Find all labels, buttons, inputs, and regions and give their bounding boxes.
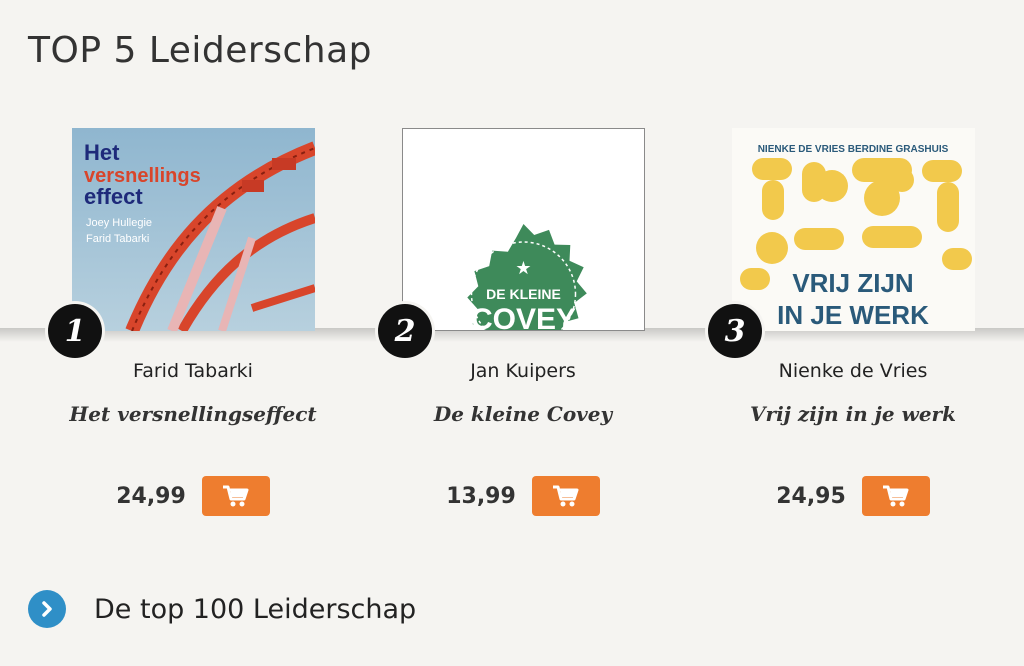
shopping-cart-icon bbox=[552, 485, 579, 507]
cover-author-1: Joey Hullegie bbox=[86, 217, 152, 229]
rank-badge: 1 bbox=[48, 304, 102, 358]
add-to-cart-button[interactable] bbox=[201, 476, 270, 516]
cover-title-line3: effect bbox=[84, 184, 143, 209]
top100-link-label: De top 100 Leiderschap bbox=[94, 593, 417, 625]
product-card: ★ DE KLEINE COVEY 2 Jan Kuipers De klein… bbox=[358, 128, 688, 528]
product-card: NIENKE DE VRIES BERDINE GRASHUIS VRIJ ZI… bbox=[688, 128, 1018, 528]
shopping-cart-icon bbox=[882, 485, 909, 507]
cover-title-line1: Het bbox=[84, 140, 120, 165]
cover-title-line1: VRIJ ZIJN bbox=[792, 268, 913, 298]
price-row: 24,95 bbox=[688, 476, 1018, 516]
book-author[interactable]: Farid Tabarki bbox=[28, 360, 358, 382]
add-to-cart-button[interactable] bbox=[531, 476, 600, 516]
shopping-cart-icon bbox=[222, 485, 249, 507]
price: 24,99 bbox=[116, 483, 186, 509]
price-row: 24,99 bbox=[28, 476, 358, 516]
rank-badge: 3 bbox=[708, 304, 762, 358]
product-card: Het versnellings effect Joey Hullegie Fa… bbox=[28, 128, 358, 528]
section-title: TOP 5 Leiderschap bbox=[28, 30, 372, 71]
price: 24,95 bbox=[776, 483, 846, 509]
cover-title-line2: IN JE WERK bbox=[777, 300, 929, 330]
top100-link[interactable]: De top 100 Leiderschap bbox=[28, 590, 416, 628]
book-title[interactable]: De kleine Covey bbox=[358, 402, 688, 426]
svg-text:★: ★ bbox=[515, 258, 531, 279]
top5-section: TOP 5 Leiderschap Het versnellings effec… bbox=[0, 0, 1024, 666]
chevron-right-icon bbox=[28, 590, 66, 628]
book-cover[interactable]: ★ DE KLEINE COVEY bbox=[402, 128, 645, 331]
book-title[interactable]: Vrij zijn in je werk bbox=[688, 402, 1018, 426]
book-cover[interactable]: Het versnellings effect Joey Hullegie Fa… bbox=[72, 128, 315, 331]
book-title[interactable]: Het versnellingseffect bbox=[28, 402, 358, 426]
price: 13,99 bbox=[446, 483, 516, 509]
book-author[interactable]: Nienke de Vries bbox=[688, 360, 1018, 382]
book-cover[interactable]: NIENKE DE VRIES BERDINE GRASHUIS VRIJ ZI… bbox=[732, 128, 975, 331]
cover-title-line1: DE KLEINE bbox=[486, 286, 561, 302]
book-author[interactable]: Jan Kuipers bbox=[358, 360, 688, 382]
rank-badge: 2 bbox=[378, 304, 432, 358]
cover-author-2: Farid Tabarki bbox=[86, 233, 149, 245]
add-to-cart-button[interactable] bbox=[861, 476, 930, 516]
cover-title-line2: COVEY bbox=[471, 303, 576, 330]
price-row: 13,99 bbox=[358, 476, 688, 516]
cover-authors: NIENKE DE VRIES BERDINE GRASHUIS bbox=[758, 144, 949, 155]
